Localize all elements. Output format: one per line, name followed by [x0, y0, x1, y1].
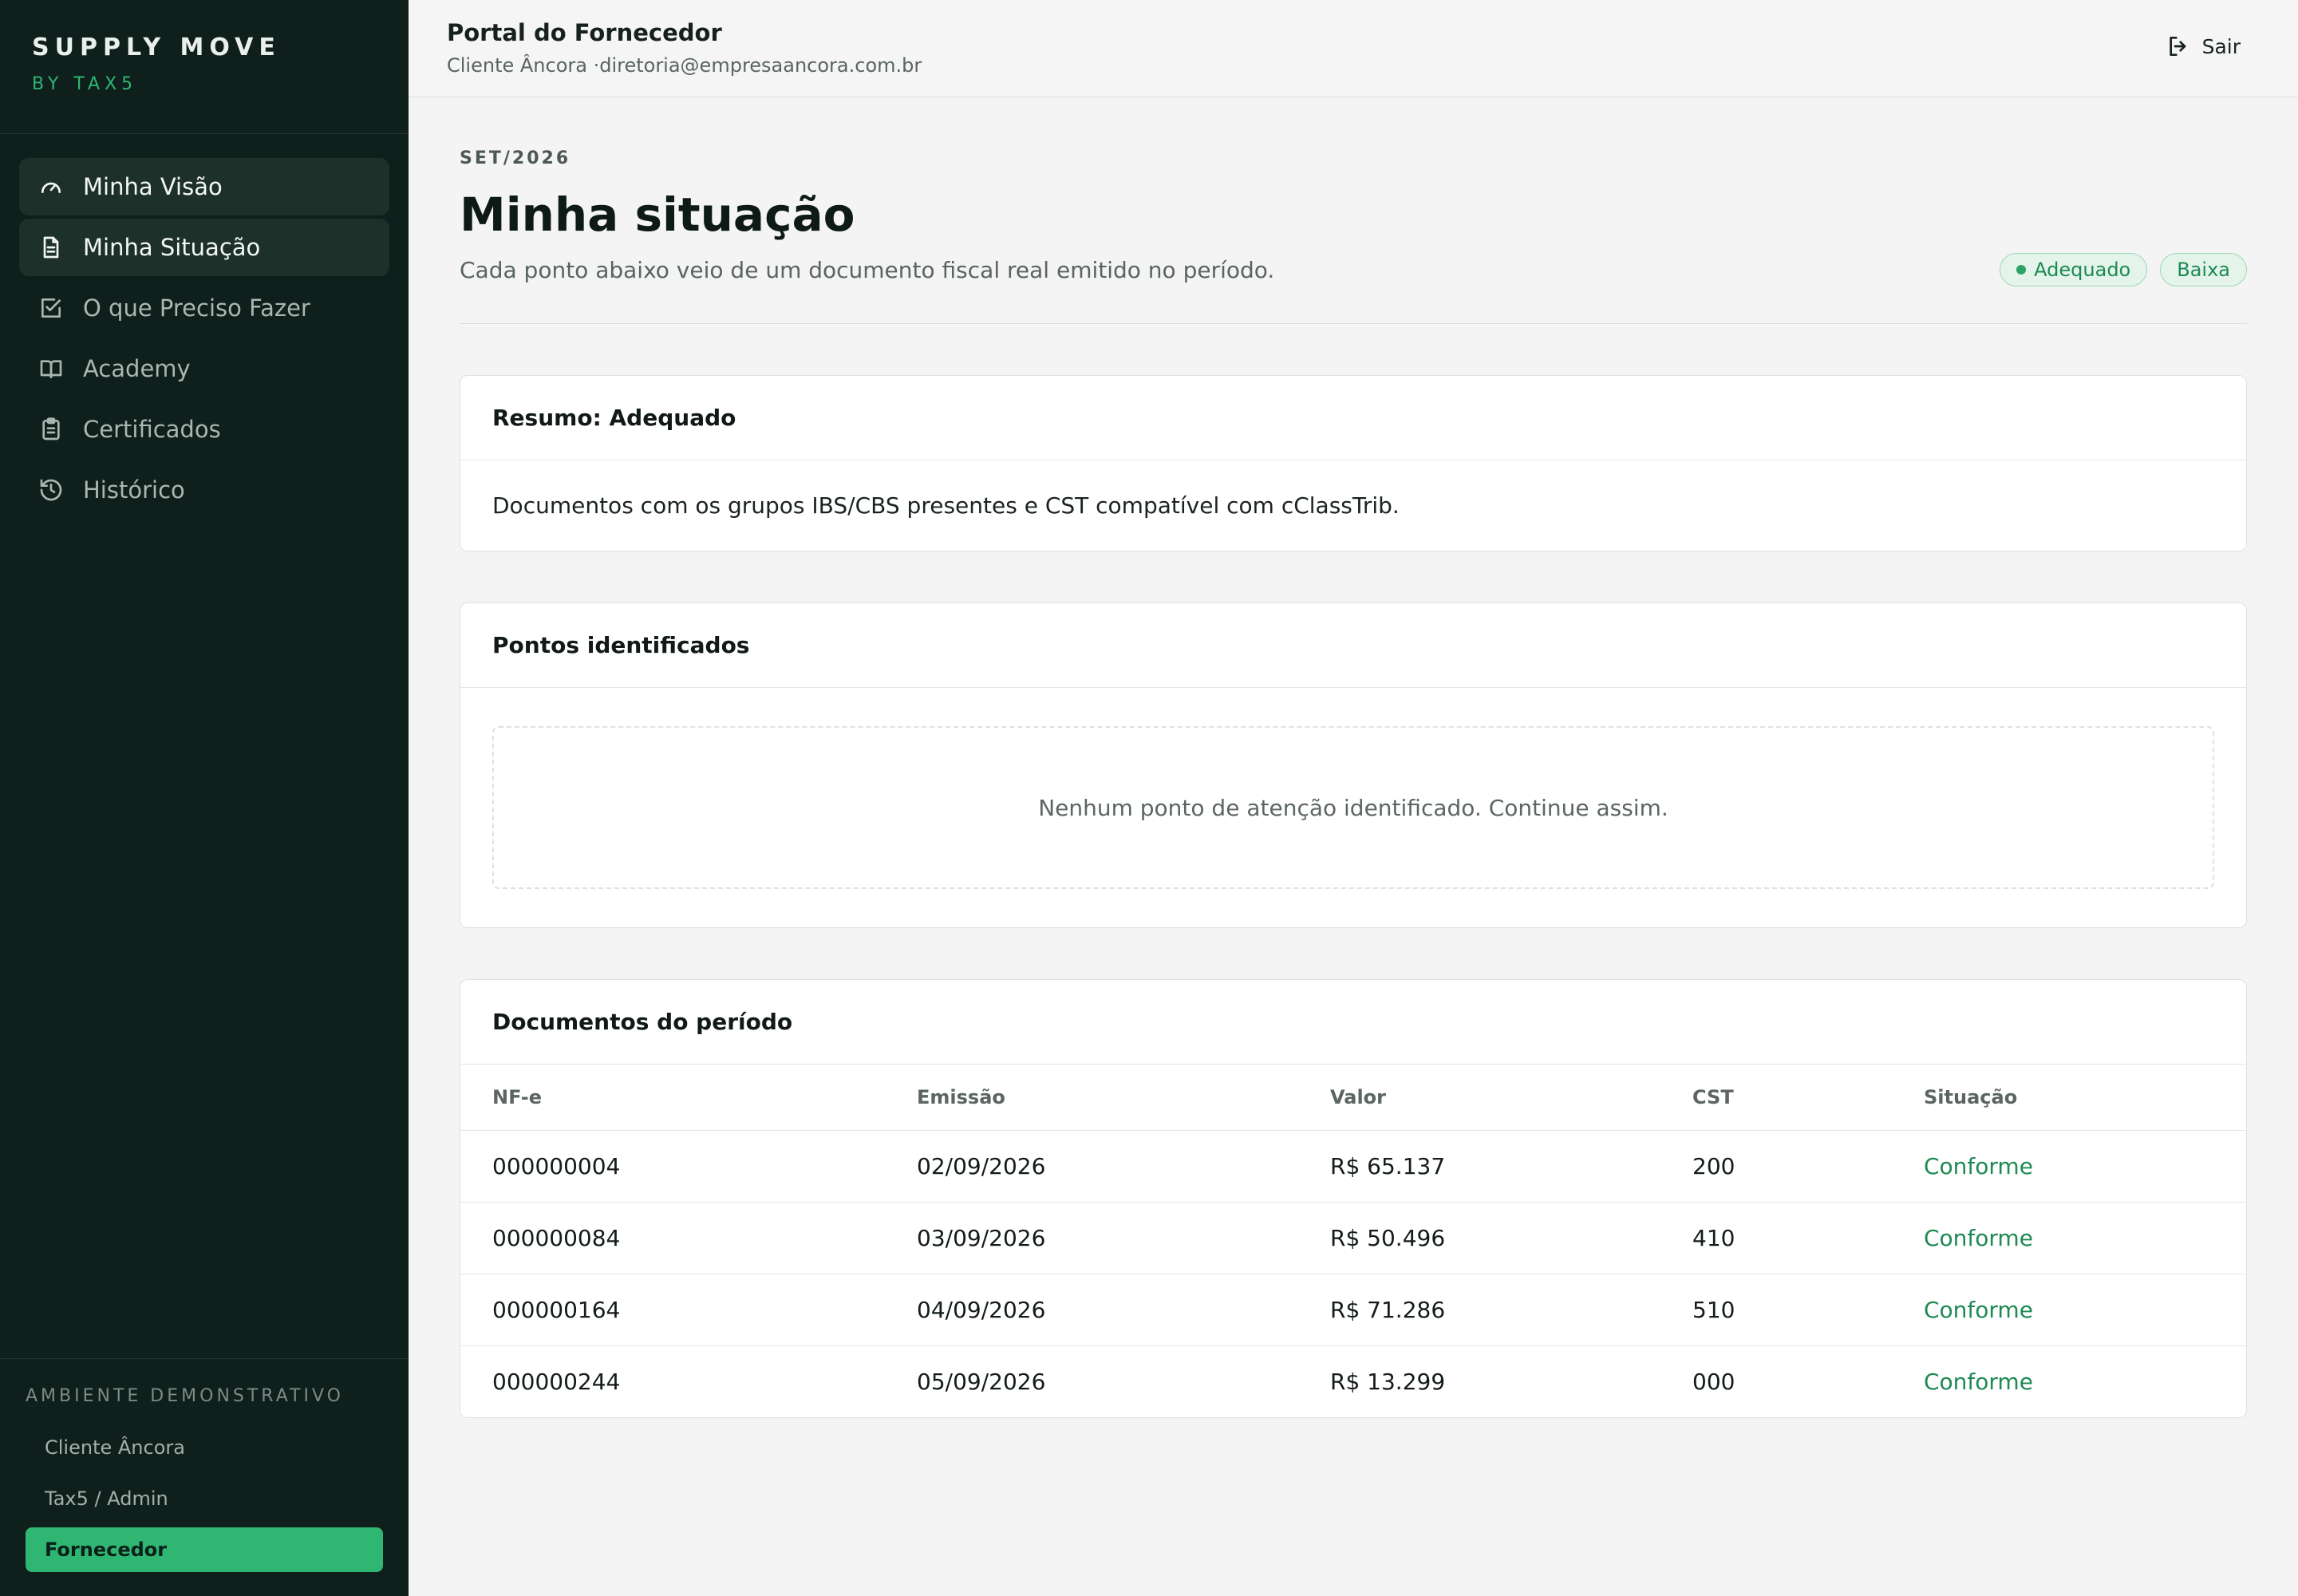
demo-item-tax5-admin[interactable]: Tax5 / Admin [26, 1476, 383, 1521]
sidebar-item-o-que-preciso-fazer[interactable]: O que Preciso Fazer [19, 279, 389, 337]
points-empty-state: Nenhum ponto de atenção identificado. Co… [492, 726, 2214, 889]
brand-title: SUPPLY MOVE [32, 34, 281, 61]
column-header-nfe: NF-e [460, 1065, 885, 1131]
cell-cst: 410 [1660, 1202, 1892, 1274]
sidebar-item-label: Minha Visão [83, 173, 223, 200]
sidebar-item-historico[interactable]: Histórico [19, 461, 389, 519]
sidebar-item-label: O que Preciso Fazer [83, 294, 310, 322]
gauge-icon [38, 174, 64, 200]
app: SUPPLY MOVE BY TAX5 Minha Visão Minha Si… [0, 0, 2298, 1596]
sidebar-item-label: Certificados [83, 416, 221, 443]
divider [460, 323, 2247, 324]
main: Portal do Fornecedor Cliente Âncora ·dir… [409, 0, 2298, 1596]
cell-emissao: 02/09/2026 [885, 1130, 1298, 1203]
description-row: Cada ponto abaixo veio de um documento f… [460, 253, 2247, 286]
content: SET/2026 Minha situação Cada ponto abaix… [409, 97, 2298, 1418]
table-header-row: NF-e Emissão Valor CST Situação [460, 1065, 2246, 1131]
cell-emissao: 03/09/2026 [885, 1202, 1298, 1274]
column-header-situacao: Situação [1892, 1065, 2246, 1131]
cell-situacao: Conforme [1924, 1368, 2033, 1395]
book-icon [38, 356, 64, 381]
cell-cst: 510 [1660, 1274, 1892, 1346]
page-title: Minha situação [460, 188, 855, 242]
portal-info: Portal do Fornecedor Cliente Âncora ·dir… [447, 19, 922, 97]
cell-nfe: 000000084 [460, 1202, 885, 1274]
period-label: SET/2026 [460, 148, 571, 168]
clipboard-icon [38, 417, 64, 442]
points-title: Pontos identificados [460, 603, 2246, 688]
cell-valor: R$ 50.496 [1298, 1202, 1660, 1274]
topbar: Portal do Fornecedor Cliente Âncora ·dir… [409, 0, 2298, 97]
cell-situacao: Conforme [1892, 1202, 2246, 1274]
column-header-cst: CST [1660, 1065, 1892, 1131]
brand: SUPPLY MOVE BY TAX5 [0, 0, 409, 134]
cell-emissao: 05/09/2026 [917, 1368, 1046, 1395]
cell-nfe: 000000004 [460, 1130, 885, 1203]
logout-button[interactable]: Sair [2146, 18, 2260, 75]
logout-label: Sair [2201, 34, 2241, 58]
summary-text: Documentos com os grupos IBS/CBS present… [492, 492, 1400, 519]
documents-title: Documentos do período [460, 980, 2246, 1065]
cell-valor: R$ 13.299 [1330, 1368, 1446, 1395]
page-description: Cada ponto abaixo veio de um documento f… [460, 256, 1275, 283]
demo-item-fornecedor[interactable]: Fornecedor [26, 1527, 383, 1572]
document-icon [38, 235, 64, 260]
sidebar-item-label: Minha Situação [83, 234, 261, 261]
checkbox-icon [38, 295, 64, 321]
table-row[interactable]: 000000244 05/09/2026 R$ 13.299 000 Confo… [460, 1345, 2246, 1417]
summary-title: Resumo: Adequado [460, 376, 2246, 460]
status-dot-icon [2016, 265, 2027, 275]
column-header-emissao: Emissão [885, 1065, 1298, 1131]
brand-subtitle: BY TAX5 [32, 74, 138, 94]
cell-cst: 200 [1660, 1130, 1892, 1203]
logout-icon [2169, 37, 2185, 56]
documents-table: NF-e Emissão Valor CST Situação 00000000… [460, 1065, 2246, 1417]
cell-situacao: Conforme [1892, 1274, 2246, 1346]
cell-valor: R$ 65.137 [1298, 1130, 1660, 1203]
cell-valor: R$ 71.286 [1298, 1274, 1660, 1346]
table-row[interactable]: 000000164 04/09/2026 R$ 71.286 510 Confo… [460, 1274, 2246, 1346]
risk-badge-baixa: Baixa [2160, 253, 2247, 286]
demo-title: AMBIENTE DEMONSTRATIVO [26, 1386, 344, 1406]
table-row[interactable]: 000000004 02/09/2026 R$ 65.137 200 Confo… [460, 1130, 2246, 1203]
summary-card: Resumo: Adequado Documentos com os grupo… [460, 375, 2247, 551]
cell-emissao: 04/09/2026 [885, 1274, 1298, 1346]
badge-label: Baixa [2177, 259, 2230, 281]
portal-subtitle: Cliente Âncora ·diretoria@empresaancora.… [447, 54, 922, 77]
demo-item-cliente-ancora[interactable]: Cliente Âncora [26, 1425, 383, 1470]
badge-label: Adequado [2034, 259, 2131, 281]
sidebar: SUPPLY MOVE BY TAX5 Minha Visão Minha Si… [0, 0, 409, 1596]
sidebar-item-minha-visao[interactable]: Minha Visão [19, 158, 389, 215]
status-badge-adequado: Adequado [2000, 253, 2148, 286]
sidebar-nav: Minha Visão Minha Situação O que Preciso… [0, 134, 409, 519]
column-header-valor: Valor [1298, 1065, 1660, 1131]
cell-nfe: 000000244 [492, 1368, 621, 1395]
documents-card: Documentos do período NF-e Emissão Valor… [460, 979, 2247, 1418]
cell-cst: 000 [1692, 1368, 1735, 1395]
demo-environment: AMBIENTE DEMONSTRATIVO Cliente Âncora Ta… [0, 1358, 409, 1596]
cell-situacao: Conforme [1892, 1130, 2246, 1203]
table-row[interactable]: 000000084 03/09/2026 R$ 50.496 410 Confo… [460, 1202, 2246, 1274]
sidebar-item-label: Academy [83, 355, 191, 382]
cell-nfe: 000000164 [460, 1274, 885, 1346]
history-icon [38, 477, 64, 503]
sidebar-item-minha-situacao[interactable]: Minha Situação [19, 219, 389, 276]
sidebar-item-academy[interactable]: Academy [19, 340, 389, 397]
portal-title: Portal do Fornecedor [447, 19, 722, 46]
sidebar-item-label: Histórico [83, 476, 185, 504]
points-card: Pontos identificados Nenhum ponto de ate… [460, 602, 2247, 928]
status-badges: Adequado Baixa [2000, 253, 2247, 286]
sidebar-item-certificados[interactable]: Certificados [19, 401, 389, 458]
